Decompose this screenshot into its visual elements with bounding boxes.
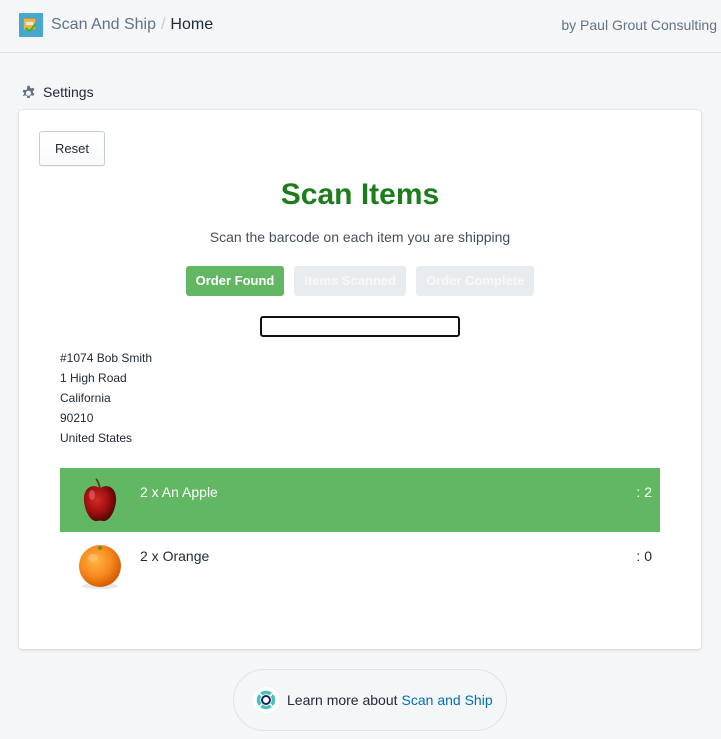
barcode-scan-input[interactable] <box>260 316 460 337</box>
list-item: 2 x An Apple : 2 <box>60 468 660 532</box>
breadcrumb-separator: / <box>160 16 166 33</box>
step-order-complete: Order Complete <box>416 266 535 296</box>
settings-link[interactable]: Settings <box>20 83 94 101</box>
breadcrumb: Scan And Ship / Home <box>51 15 213 35</box>
address-region: California <box>60 391 111 405</box>
developer-byline: by Paul Grout Consulting <box>561 17 717 33</box>
reset-button[interactable]: Reset <box>39 131 105 166</box>
scan-items-card: Reset Scan Items Scan the barcode on eac… <box>19 110 701 649</box>
app-logo-icon <box>19 13 43 37</box>
scan-and-ship-help-link[interactable]: Scan and Ship <box>402 692 493 708</box>
item-name: 2 x Orange <box>140 548 210 564</box>
shipping-address: #1074 Bob Smith 1 High Road California 9… <box>60 348 152 448</box>
address-country: United States <box>60 431 133 445</box>
breadcrumb-app-name[interactable]: Scan And Ship <box>51 16 156 33</box>
address-street: 1 High Road <box>60 371 127 385</box>
gear-icon <box>22 85 35 98</box>
order-number-customer: #1074 Bob Smith <box>60 351 153 365</box>
apple-image <box>83 478 117 522</box>
top-bar: Scan And Ship / Home by Paul Grout Consult… <box>0 0 721 53</box>
instructions-text: Scan the barcode on each item you are sh… <box>209 229 511 245</box>
item-scanned-count: : 0 <box>636 548 652 564</box>
list-item: 2 x Orange : 0 <box>60 532 660 596</box>
learn-more-text: Learn more about <box>287 692 398 708</box>
item-name: 2 x An Apple <box>140 484 218 500</box>
help-lifebuoy-icon <box>253 687 279 713</box>
progress-steps: Order Found Items Scanned Order Complete <box>19 266 701 296</box>
learn-more-banner: Learn more about Scan and Ship <box>233 669 507 731</box>
page-title: Scan Items <box>280 178 440 211</box>
breadcrumb-current-page: Home <box>170 16 214 33</box>
item-scanned-count: : 2 <box>636 484 652 500</box>
step-order-found: Order Found <box>185 266 285 296</box>
step-items-scanned: Items Scanned <box>294 266 407 296</box>
settings-label: Settings <box>43 84 94 100</box>
orange-image <box>79 545 121 589</box>
address-postcode: 90210 <box>60 411 94 425</box>
order-items-list: 2 x An Apple : 2 2 x Orange : 0 <box>60 468 660 596</box>
